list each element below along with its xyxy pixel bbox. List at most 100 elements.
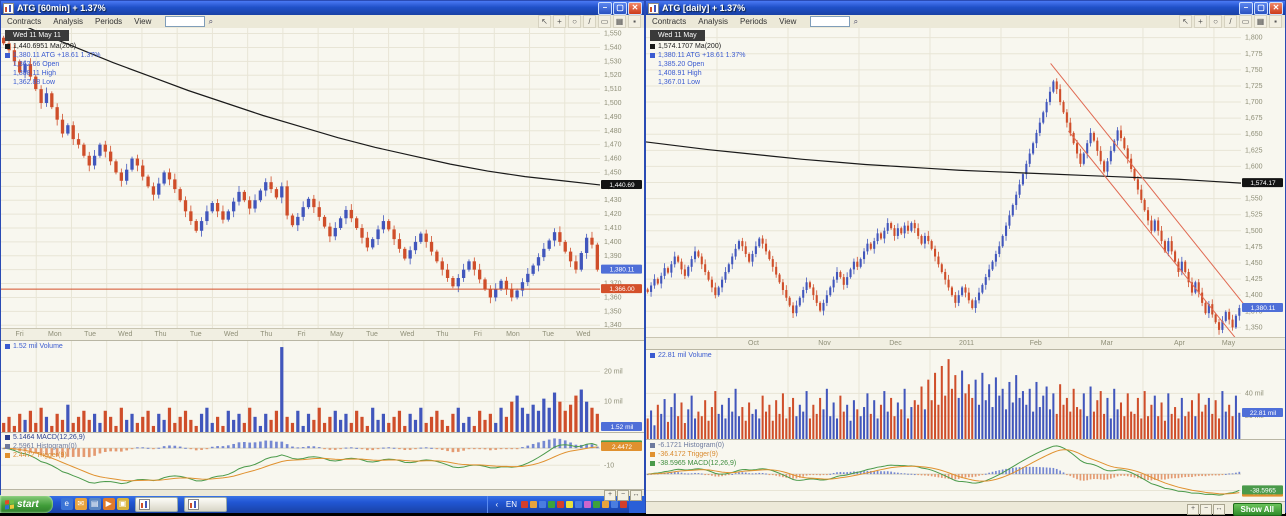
- save-tool-icon[interactable]: ▪: [1269, 15, 1282, 28]
- time-axis-label: May: [1222, 340, 1235, 347]
- mail-icon[interactable]: ✉: [75, 498, 87, 510]
- menu-item-periods[interactable]: Periods: [89, 17, 128, 26]
- symbol-search-input[interactable]: [810, 16, 850, 27]
- tray-icon-4[interactable]: [548, 501, 555, 508]
- internet-explorer-icon[interactable]: e: [61, 498, 73, 510]
- media-player-icon[interactable]: ▶: [103, 498, 115, 510]
- svg-text:1,470: 1,470: [604, 142, 622, 149]
- tray-icon-5[interactable]: [557, 501, 564, 508]
- menu-item-view[interactable]: View: [773, 17, 802, 26]
- legend-ma: 1,440.6951 Ma(200): [13, 43, 76, 50]
- svg-text:1,675: 1,675: [1245, 115, 1263, 122]
- time-axis-label: Thu: [436, 331, 448, 338]
- eraser-tool-icon[interactable]: ▭: [1239, 15, 1252, 28]
- title-bar[interactable]: ATG [daily] + 1.37% – ▢ ✕: [646, 1, 1285, 15]
- svg-text:1,625: 1,625: [1245, 147, 1263, 154]
- maximize-button[interactable]: ▢: [1254, 2, 1268, 15]
- svg-text:1,725: 1,725: [1245, 83, 1263, 90]
- tray-chevron-icon[interactable]: ‹: [492, 500, 502, 509]
- show-desktop-icon[interactable]: ▤: [89, 498, 101, 510]
- date-tag: Wed 11 May: [650, 30, 705, 41]
- tray-icon-8[interactable]: [584, 501, 591, 508]
- zoom-out-button[interactable]: −: [1200, 504, 1212, 515]
- svg-text:1.52 mil: 1.52 mil: [611, 424, 634, 431]
- macd-chart[interactable]: -105.14642.4472: [1, 432, 644, 489]
- macd-chart[interactable]: -40-36.4172-38.5965: [646, 439, 1285, 501]
- time-axis-label: Nov: [818, 340, 830, 347]
- menu-item-contracts[interactable]: Contracts: [1, 17, 47, 26]
- svg-text:1,480: 1,480: [604, 128, 622, 135]
- symbol-search-input[interactable]: [165, 16, 205, 27]
- cursor-tool-icon[interactable]: ↖: [1179, 15, 1192, 28]
- time-axis-label: Wed: [576, 331, 590, 338]
- line-tool-icon[interactable]: /: [583, 15, 596, 28]
- menu-item-periods[interactable]: Periods: [734, 17, 773, 26]
- eraser-tool-icon[interactable]: ▭: [598, 15, 611, 28]
- time-axis-label: Wed: [224, 331, 238, 338]
- menu-item-analysis[interactable]: Analysis: [47, 17, 89, 26]
- taskbar-window-button[interactable]: [135, 497, 178, 512]
- svg-text:1,440.69: 1,440.69: [609, 182, 635, 189]
- tray-icon-2[interactable]: [530, 501, 537, 508]
- volume-chart[interactable]: 20 mil10 mil1.52 mil: [1, 340, 644, 432]
- cursor-tool-icon[interactable]: ↖: [538, 15, 551, 28]
- close-button[interactable]: ✕: [628, 2, 642, 15]
- svg-text:1,500: 1,500: [604, 100, 622, 107]
- layout-tool-icon[interactable]: ▦: [1254, 15, 1267, 28]
- svg-text:1,450: 1,450: [604, 169, 622, 176]
- folder-icon[interactable]: ▣: [117, 498, 129, 510]
- svg-text:1,400: 1,400: [604, 239, 622, 246]
- date-tag: Wed 11 May 11: [5, 30, 69, 41]
- menu-item-contracts[interactable]: Contracts: [646, 17, 692, 26]
- time-axis-label: Tue: [366, 331, 378, 338]
- time-axis-label: Apr: [1174, 340, 1185, 347]
- legend-price: 1,380.11 ATG +18.61 1.37%: [13, 52, 101, 59]
- tray-icon-12[interactable]: [620, 501, 627, 508]
- pan-button[interactable]: ↔: [1213, 504, 1225, 515]
- zoom-tool-icon[interactable]: ○: [568, 15, 581, 28]
- legend-high: 1,388.11 High: [5, 69, 101, 78]
- menu-bar: ContractsAnalysisPeriodsView ⌕ ↖+○/▭▦▪: [1, 15, 644, 29]
- svg-text:1,366.00: 1,366.00: [609, 286, 635, 293]
- tray-icon-6[interactable]: [566, 501, 573, 508]
- minimize-button[interactable]: –: [598, 2, 612, 15]
- start-button[interactable]: start: [0, 495, 53, 513]
- close-button[interactable]: ✕: [1269, 2, 1283, 15]
- svg-text:-38.5965: -38.5965: [1250, 487, 1276, 494]
- search-icon[interactable]: ⌕: [205, 16, 216, 27]
- zoom-tool-icon[interactable]: ○: [1209, 15, 1222, 28]
- layout-tool-icon[interactable]: ▦: [613, 15, 626, 28]
- zoom-in-button[interactable]: +: [1187, 504, 1199, 515]
- svg-text:1,800: 1,800: [1245, 35, 1263, 42]
- crosshair-tool-icon[interactable]: +: [1194, 15, 1207, 28]
- tray-icon-1[interactable]: [521, 501, 528, 508]
- minimize-button[interactable]: –: [1239, 2, 1253, 15]
- time-axis-label: Wed: [400, 331, 414, 338]
- taskbar-window-button[interactable]: [184, 497, 227, 512]
- pan-button[interactable]: ↔: [630, 490, 642, 501]
- language-indicator[interactable]: EN: [504, 500, 519, 509]
- show-all-button[interactable]: Show All: [1233, 503, 1282, 516]
- tray-icon-11[interactable]: [611, 501, 618, 508]
- time-axis-label: Mon: [506, 331, 520, 338]
- line-tool-icon[interactable]: /: [1224, 15, 1237, 28]
- maximize-button[interactable]: ▢: [613, 2, 627, 15]
- menu-item-analysis[interactable]: Analysis: [692, 17, 734, 26]
- zoom-out-button[interactable]: −: [617, 490, 629, 501]
- tray-icon-9[interactable]: [593, 501, 600, 508]
- volume-chart[interactable]: 40 mil20 mil22.81 mil: [646, 349, 1285, 439]
- save-tool-icon[interactable]: ▪: [628, 15, 641, 28]
- desktop: ATG [60min] + 1.37% – ▢ ✕ ContractsAnaly…: [0, 0, 1286, 513]
- tray-icon-10[interactable]: [602, 501, 609, 508]
- menu-bar: ContractsAnalysisPeriodsView ⌕ ↖+○/▭▦▪: [646, 15, 1285, 29]
- time-axis-label: Oct: [748, 340, 759, 347]
- title-bar[interactable]: ATG [60min] + 1.37% – ▢ ✕: [1, 1, 644, 15]
- crosshair-tool-icon[interactable]: +: [553, 15, 566, 28]
- tray-icon-3[interactable]: [539, 501, 546, 508]
- menu-item-view[interactable]: View: [128, 17, 157, 26]
- search-icon[interactable]: ⌕: [850, 16, 861, 27]
- zoom-in-button[interactable]: +: [604, 490, 616, 501]
- window-title: ATG [60min] + 1.37%: [17, 3, 598, 13]
- tray-icon-7[interactable]: [575, 501, 582, 508]
- app-icon: [3, 3, 14, 14]
